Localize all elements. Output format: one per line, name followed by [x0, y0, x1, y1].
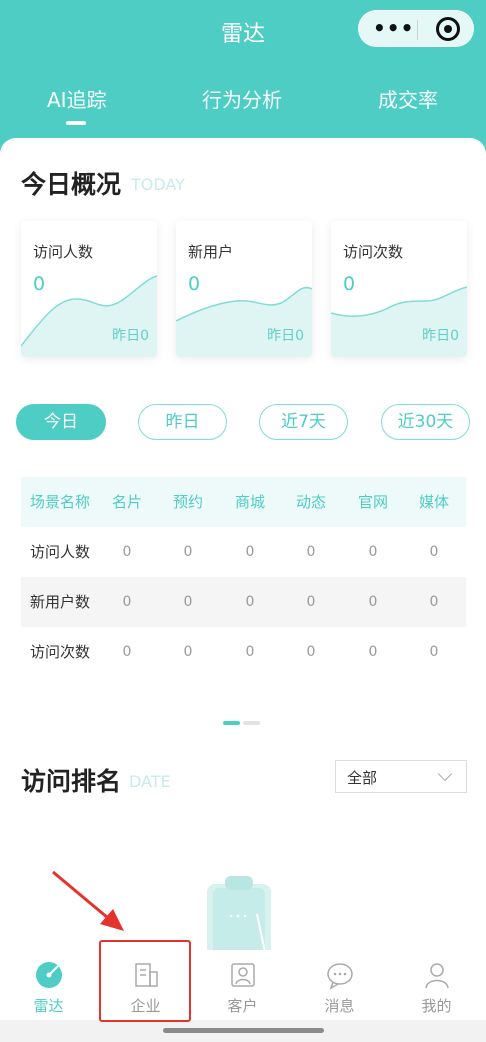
stat-label: 访问次数: [343, 243, 404, 261]
table-cell: 0: [368, 644, 378, 660]
table-cell: 0: [122, 594, 132, 610]
ranking-title: 访问排名: [21, 767, 122, 796]
chevron-down-icon: [437, 766, 453, 782]
close-miniprogram-icon[interactable]: [436, 17, 460, 41]
filter-7-days[interactable]: 近7天: [259, 404, 348, 440]
stat-yesterday: 昨日0: [267, 328, 304, 344]
active-tab-indicator: [66, 121, 86, 125]
nav-item-radar[interactable]: 雷达: [0, 950, 97, 1020]
table-header-cell: 场景名称: [29, 493, 90, 511]
stat-label: 新用户: [188, 243, 234, 261]
table-row: 新用户数 0 0 0 0 0 0: [21, 577, 466, 627]
home-indicator: [163, 1028, 324, 1033]
stat-card-new-users[interactable]: 新用户 0 昨日0: [176, 221, 312, 357]
more-icon[interactable]: •••: [373, 17, 413, 41]
stat-value: 0: [33, 273, 46, 295]
table-header-cell: 名片: [111, 493, 142, 511]
row-name: 新用户数: [29, 593, 90, 611]
tab-behavior-analysis[interactable]: 行为分析: [202, 84, 282, 113]
ranking-subtitle: DATE: [129, 772, 171, 791]
table-cell: 0: [245, 644, 255, 660]
table-header-cell: 商城: [234, 493, 265, 511]
table-cell: 0: [306, 644, 316, 660]
table-cell: 0: [183, 544, 193, 560]
page-indicator-inactive: [243, 721, 260, 725]
message-icon: [327, 963, 353, 990]
nav-item-customer[interactable]: 客户: [194, 950, 291, 1020]
table-header-row: 场景名称 名片 预约 商城 动态 官网 媒体: [21, 477, 466, 527]
stat-yesterday: 昨日0: [422, 328, 459, 344]
customer-icon: [231, 963, 255, 987]
table-header-cell: 媒体: [418, 493, 449, 511]
nav-item-message[interactable]: 消息: [291, 950, 388, 1020]
scene-table: 场景名称 名片 预约 商城 动态 官网 媒体 访问人数 0 0 0 0 0 0 …: [21, 477, 466, 677]
table-header-cell: 预约: [172, 493, 203, 511]
table-cell: 0: [429, 544, 439, 560]
stat-card-visitors[interactable]: 访问人数 0 昨日0: [21, 221, 157, 357]
table-cell: 0: [245, 544, 255, 560]
table-cell: 0: [183, 594, 193, 610]
stat-card-visits[interactable]: 访问次数 0 昨日0: [331, 221, 467, 357]
table-cell: 0: [429, 644, 439, 660]
filter-today[interactable]: 今日: [16, 404, 106, 440]
table-cell: 0: [306, 594, 316, 610]
table-header-cell: 官网: [357, 493, 388, 511]
annotation-highlight-box: [99, 940, 191, 1022]
stat-value: 0: [343, 273, 356, 295]
today-overview-title: 今日概况: [21, 170, 122, 199]
capsule-divider: [417, 20, 418, 40]
table-cell: 0: [245, 594, 255, 610]
bottom-nav: 雷达 企业 客户 消息 我的: [0, 950, 486, 1020]
tab-conversion-rate[interactable]: 成交率: [378, 84, 438, 113]
table-cell: 0: [368, 544, 378, 560]
row-name: 访问次数: [29, 643, 90, 661]
nav-label: 消息: [324, 997, 355, 1015]
filter-30-days[interactable]: 近30天: [381, 404, 470, 440]
mini-program-capsule: •••: [358, 10, 474, 47]
row-name: 访问人数: [29, 543, 90, 561]
table-cell: 0: [122, 544, 132, 560]
nav-label: 雷达: [33, 997, 64, 1015]
table-row: 访问次数 0 0 0 0 0 0: [21, 627, 466, 677]
radar-icon: [36, 962, 62, 988]
stat-value: 0: [188, 273, 201, 295]
nav-label: 我的: [421, 997, 452, 1015]
profile-icon: [425, 963, 449, 989]
select-value: 全部: [347, 769, 378, 787]
table-cell: 0: [429, 594, 439, 610]
table-cell: 0: [122, 644, 132, 660]
table-cell: 0: [183, 644, 193, 660]
table-cell: 0: [306, 544, 316, 560]
stat-yesterday: 昨日0: [112, 328, 149, 344]
today-overview-subtitle: TODAY: [131, 175, 185, 194]
table-header-cell: 动态: [295, 493, 326, 511]
table-cell: 0: [368, 594, 378, 610]
stat-label: 访问人数: [33, 243, 94, 261]
ranking-filter-select[interactable]: 全部: [335, 760, 467, 793]
table-row: 访问人数 0 0 0 0 0 0: [21, 527, 466, 577]
filter-yesterday[interactable]: 昨日: [138, 404, 227, 440]
page-indicator-active: [223, 721, 240, 725]
nav-item-profile[interactable]: 我的: [388, 950, 485, 1020]
nav-label: 客户: [227, 997, 258, 1015]
top-tabs: AI追踪 行为分析 成交率: [0, 84, 486, 125]
tab-ai-tracking[interactable]: AI追踪: [47, 84, 107, 113]
